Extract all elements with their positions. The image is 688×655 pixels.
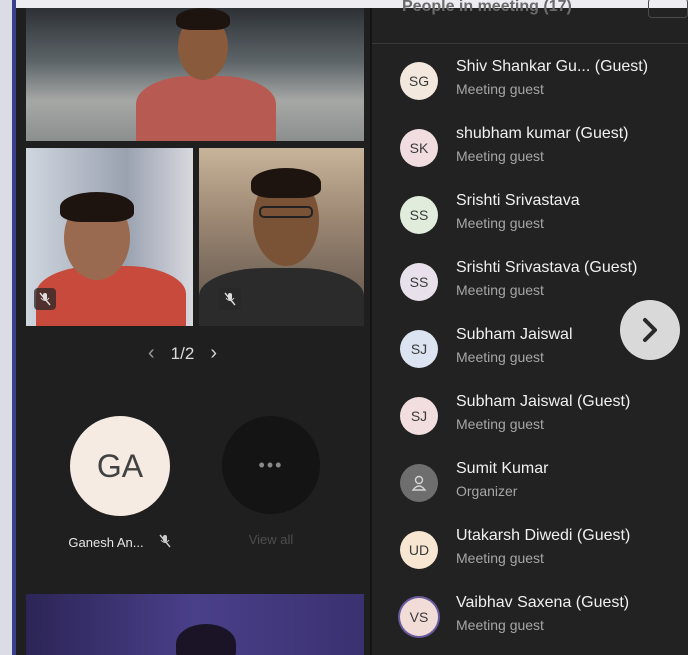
chevron-right-icon[interactable] <box>620 300 680 360</box>
participant-role: Meeting guest <box>456 81 544 97</box>
mic-off-icon <box>219 288 241 310</box>
participant-role: Meeting guest <box>456 550 544 566</box>
avatar: GA <box>70 416 170 516</box>
avatar: SJ <box>400 330 438 368</box>
participant-role: Organizer <box>456 483 518 499</box>
person-icon <box>400 464 438 502</box>
panel-header-button[interactable] <box>648 0 688 18</box>
participant-item[interactable]: SK shubham kumar (Guest) Meeting guest <box>400 125 688 189</box>
participant-name: Ganesh An... <box>68 535 144 550</box>
participant-name: Subham Jaiswal (Guest) <box>456 393 631 410</box>
avatar: SK <box>400 129 438 167</box>
participant-role: Meeting guest <box>456 148 544 164</box>
mic-off-icon <box>158 534 172 551</box>
app-left-rail <box>0 0 16 655</box>
video-tile-3[interactable] <box>199 148 364 326</box>
participant-hair <box>60 192 134 222</box>
glasses <box>259 206 313 218</box>
participant-name: Utakarsh Diwedi (Guest) <box>456 527 631 544</box>
panel-header: People in meeting (17) <box>372 0 688 44</box>
participant-item[interactable]: SS Srishti Srivastava Meeting guest <box>400 192 688 256</box>
participant-name: Vaibhav Saxena (Guest) <box>456 594 630 611</box>
video-tile-1[interactable] <box>26 8 364 141</box>
participant-role: Meeting guest <box>456 349 544 365</box>
participant-role: Meeting guest <box>456 617 544 633</box>
more-icon[interactable]: ••• <box>222 416 320 514</box>
avatar: SS <box>400 196 438 234</box>
panel-title: People in meeting (17) <box>402 0 572 15</box>
avatar: SG <box>400 62 438 100</box>
participant-tile-ga[interactable]: GA Ganesh An... <box>50 416 190 551</box>
avatar: SJ <box>400 397 438 435</box>
video-stage: ‹ 1/2 › GA Ganesh An... ••• View all <box>16 8 370 655</box>
participant-item[interactable]: SG Shiv Shankar Gu... (Guest) Meeting gue… <box>400 58 688 122</box>
avatar: VS <box>400 598 438 636</box>
participant-item[interactable]: SJ Subham Jaiswal (Guest) Meeting guest <box>400 393 688 457</box>
avatar: SS <box>400 263 438 301</box>
gallery-pager: ‹ 1/2 › <box>148 342 217 365</box>
participant-name: shubham kumar (Guest) <box>456 125 629 142</box>
view-all-label: View all <box>248 532 294 547</box>
participant-name: Sumit Kumar <box>456 460 549 477</box>
participant-role: Meeting guest <box>456 416 544 432</box>
participant-hair <box>251 168 321 198</box>
pager-prev-button[interactable]: ‹ <box>148 342 155 365</box>
mic-off-icon <box>34 288 56 310</box>
top-strip <box>16 0 688 8</box>
tile-label: Ganesh An... <box>68 534 171 551</box>
participant-name: Srishti Srivastava <box>456 192 580 209</box>
video-tile-2[interactable] <box>26 148 193 326</box>
participant-body <box>136 76 276 141</box>
video-tile-4[interactable] <box>26 594 364 655</box>
participant-item[interactable]: VS Vaibhav Saxena (Guest) Meeting guest <box>400 594 688 655</box>
view-all-tile[interactable]: ••• View all <box>211 416 331 547</box>
participant-role: Meeting guest <box>456 282 544 298</box>
pager-next-button[interactable]: › <box>210 342 217 365</box>
participant-item[interactable]: Sumit Kumar Organizer <box>400 460 688 524</box>
participant-hair <box>176 8 230 30</box>
participant-hair <box>176 624 236 655</box>
avatar: UD <box>400 531 438 569</box>
participant-role: Meeting guest <box>456 215 544 231</box>
participant-item[interactable]: UD Utakarsh Diwedi (Guest) Meeting guest <box>400 527 688 591</box>
participant-name: Srishti Srivastava (Guest) <box>456 259 638 276</box>
participant-name: Subham Jaiswal <box>456 326 573 343</box>
participant-name: Shiv Shankar Gu... (Guest) <box>456 58 649 75</box>
pager-text: 1/2 <box>170 343 195 363</box>
